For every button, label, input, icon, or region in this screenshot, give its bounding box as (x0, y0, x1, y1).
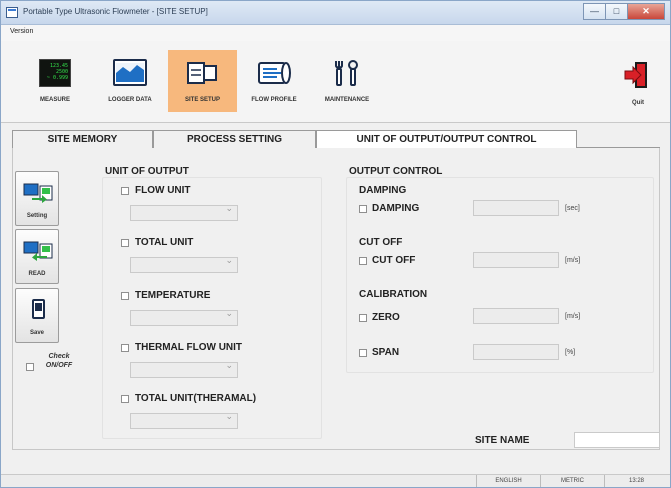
save-device-icon (23, 298, 53, 320)
save-label: Save (29, 330, 44, 336)
lcd-display-icon: 123.45 2500 ~ 0.999 (39, 59, 71, 87)
span-checkbox[interactable] (359, 349, 367, 357)
damping-label: DAMPING (372, 203, 420, 214)
damping-input[interactable] (473, 200, 559, 216)
monitor-chart-icon (113, 59, 147, 86)
menu-bar: Version (1, 25, 670, 41)
status-bar: ENGLISH METRIC 13:28 (1, 474, 670, 487)
thermal-flow-unit-dropdown[interactable] (130, 360, 238, 378)
menu-version[interactable]: Version (10, 28, 33, 35)
cutoff-label: CUT OFF (372, 255, 416, 266)
read-label: READ (28, 271, 46, 277)
app-icon (6, 7, 18, 18)
check-onoff-checkbox[interactable] (26, 363, 34, 371)
tab-strip: SITE MEMORY PROCESS SETTING UNIT OF OUTP… (12, 130, 660, 149)
measure-button[interactable]: 123.45 2500 ~ 0.999 MEASURE (27, 50, 83, 112)
span-unit: [%] (565, 349, 576, 356)
zero-label: ZERO (372, 312, 400, 323)
total-unit-checkbox[interactable] (121, 239, 129, 247)
maintenance-label: MAINTENANCE (324, 97, 370, 103)
total-unit-thermal-checkbox[interactable] (121, 395, 129, 403)
thermal-flow-unit-checkbox[interactable] (121, 344, 129, 352)
logger-data-button[interactable]: LOGGER DATA (100, 50, 160, 112)
thermal-flow-unit-label: THERMAL FLOW UNIT (135, 342, 243, 353)
read-button[interactable]: READ (15, 229, 59, 284)
temperature-checkbox[interactable] (121, 292, 129, 300)
unit-of-output-title: UNIT OF OUTPUT (105, 166, 189, 177)
flow-profile-button[interactable]: FLOW PROFILE (245, 50, 303, 112)
minimize-button[interactable]: — (583, 3, 605, 20)
flow-profile-label: FLOW PROFILE (251, 97, 297, 103)
site-setup-label: SITE SETUP (184, 97, 220, 103)
site-setup-button[interactable]: SITE SETUP (168, 50, 237, 112)
save-button[interactable]: Save (15, 288, 59, 343)
title-bar: Portable Type Ultrasonic Flowmeter - [SI… (1, 1, 670, 25)
cutoff-checkbox[interactable] (359, 257, 367, 265)
output-control-title: OUTPUT CONTROL (349, 166, 443, 177)
window-title: Portable Type Ultrasonic Flowmeter - [SI… (23, 7, 208, 16)
quit-label: Quit (632, 100, 644, 106)
zero-unit: [m/s] (565, 313, 581, 320)
site-name-label: SITE NAME (475, 435, 530, 446)
quit-button[interactable]: Quit (621, 50, 655, 112)
close-button[interactable]: ✕ (627, 3, 665, 20)
pipe-setup-icon (186, 59, 220, 87)
cutoff-input[interactable] (473, 252, 559, 268)
status-language: ENGLISH (476, 475, 540, 487)
cutoff-section-title: CUT OFF (359, 237, 403, 248)
window-controls: — □ ✕ (583, 3, 665, 20)
tools-icon (330, 59, 364, 87)
tab-site-memory[interactable]: SITE MEMORY (12, 130, 153, 148)
temperature-label: TEMPERATURE (135, 290, 211, 301)
span-input[interactable] (473, 344, 559, 360)
damping-section-title: DAMPING (359, 185, 407, 196)
zero-checkbox[interactable] (359, 314, 367, 322)
damping-checkbox[interactable] (359, 205, 367, 213)
total-unit-thermal-dropdown[interactable] (130, 411, 238, 429)
total-unit-dropdown[interactable] (130, 255, 238, 273)
span-label: SPAN (372, 347, 400, 358)
flow-unit-dropdown[interactable] (130, 203, 238, 221)
measure-label: MEASURE (39, 97, 70, 103)
app-window: Portable Type Ultrasonic Flowmeter - [SI… (0, 0, 671, 488)
toolbar: 123.45 2500 ~ 0.999 MEASURE LOGGER DATA (1, 41, 670, 123)
flow-unit-label: FLOW UNIT (135, 185, 191, 196)
damping-unit: [sec] (565, 205, 580, 212)
transfer-from-device-icon (23, 239, 53, 261)
maximize-button[interactable]: □ (605, 3, 627, 20)
zero-input[interactable] (473, 308, 559, 324)
site-name-input[interactable] (574, 432, 660, 448)
total-unit-label: TOTAL UNIT (135, 237, 194, 248)
flow-unit-checkbox[interactable] (121, 187, 129, 195)
check-onoff-label: Check ON/OFF (45, 353, 73, 369)
logger-data-label: LOGGER DATA (108, 97, 152, 103)
total-unit-thermal-label: TOTAL UNIT(THERAMAL) (135, 393, 257, 404)
tab-unit-of-output[interactable]: UNIT OF OUTPUT/OUTPUT CONTROL (316, 130, 577, 149)
setting-label: Setting (26, 213, 48, 219)
status-clock: 13:28 (604, 475, 668, 487)
calibration-section-title: CALIBRATION (359, 289, 428, 300)
maintenance-button[interactable]: MAINTENANCE (316, 50, 378, 112)
temperature-dropdown[interactable] (130, 308, 238, 326)
setting-button[interactable]: Setting (15, 171, 59, 226)
status-units: METRIC (540, 475, 604, 487)
cutoff-unit: [m/s] (565, 257, 581, 264)
flow-profile-icon (257, 59, 291, 87)
tab-process-setting[interactable]: PROCESS SETTING (153, 130, 316, 148)
transfer-to-device-icon (23, 181, 53, 203)
lcd-line-3: ~ 0.999 (46, 75, 68, 81)
exit-door-icon (621, 61, 655, 89)
